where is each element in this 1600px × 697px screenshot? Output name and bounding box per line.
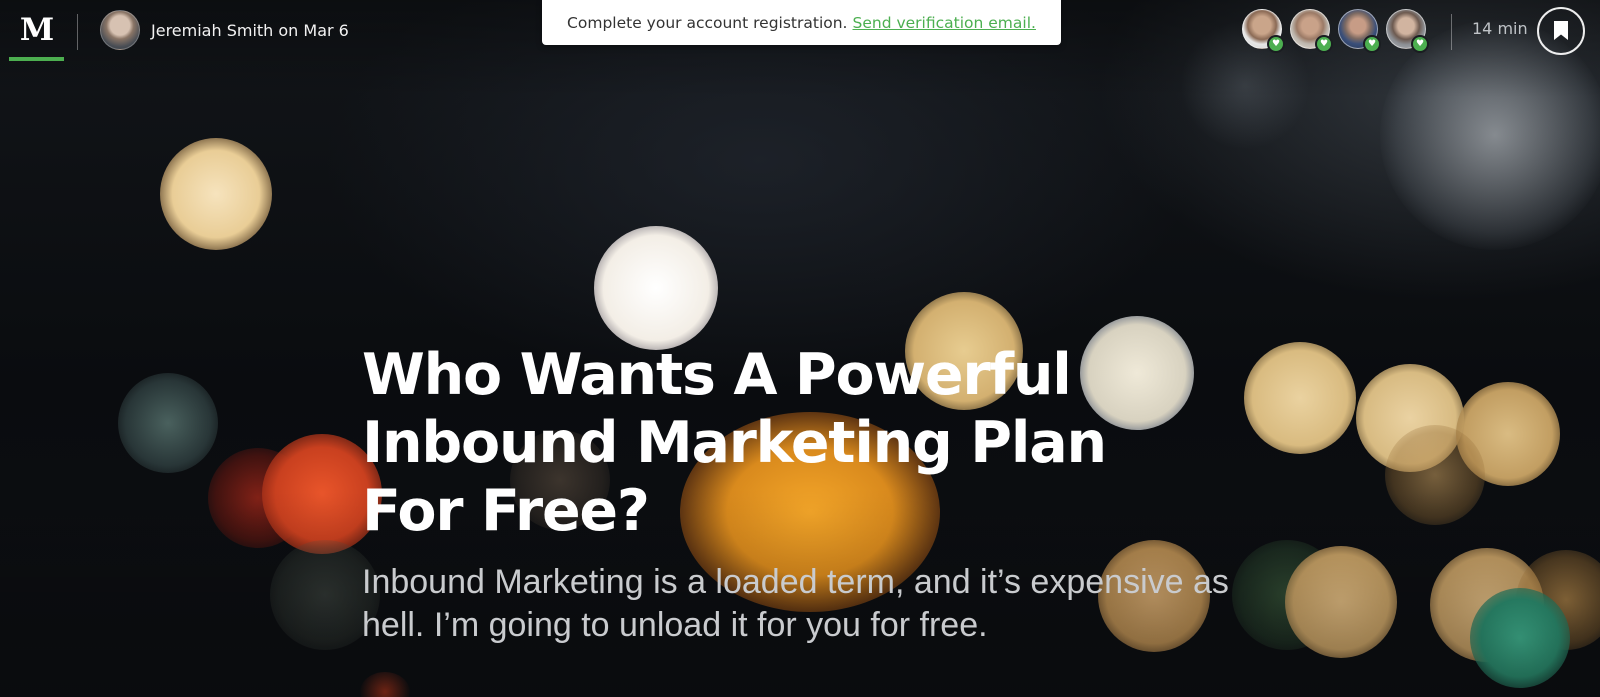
- author-byline[interactable]: Jeremiah Smith on Mar 6: [151, 21, 349, 40]
- article-title: Who Wants A Powerful Inbound Marketing P…: [362, 342, 1107, 544]
- heart-icon: ♥: [1267, 35, 1285, 53]
- recommender-avatar[interactable]: ♥: [1242, 9, 1285, 53]
- logo-active-indicator: [9, 57, 64, 61]
- author-info[interactable]: Jeremiah Smith on Mar 6: [100, 10, 349, 50]
- header-divider: [1451, 14, 1452, 50]
- heart-icon: ♥: [1363, 35, 1381, 53]
- article-subtitle: Inbound Marketing is a loaded term, and …: [362, 563, 1229, 644]
- recommender-avatar[interactable]: ♥: [1338, 9, 1381, 53]
- heart-icon: ♥: [1411, 35, 1429, 53]
- registration-notice: Complete your account registration. Send…: [542, 0, 1061, 45]
- read-time: 14 min: [1472, 19, 1528, 38]
- notice-message: Complete your account registration.: [567, 13, 848, 32]
- send-verification-link[interactable]: Send verification email.: [853, 14, 1036, 32]
- medium-logo[interactable]: M: [9, 10, 65, 62]
- header-divider: [77, 14, 78, 50]
- bookmark-icon: [1554, 21, 1568, 40]
- recommender-avatar[interactable]: ♥: [1386, 9, 1429, 53]
- top-bar: M Jeremiah Smith on Mar 6 Complete your …: [0, 0, 1600, 64]
- author-avatar[interactable]: [100, 10, 140, 50]
- bookmark-button[interactable]: [1537, 7, 1585, 55]
- recommender-avatar[interactable]: ♥: [1290, 9, 1333, 53]
- heart-icon: ♥: [1315, 35, 1333, 53]
